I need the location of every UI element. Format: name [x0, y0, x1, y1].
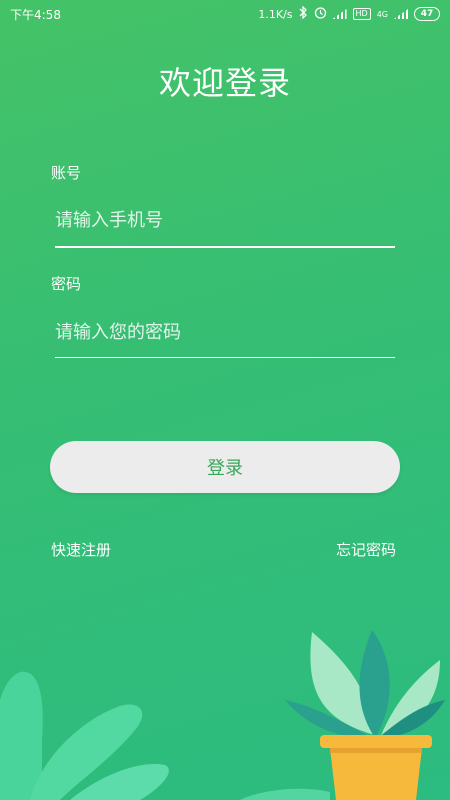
left-leaf-1 — [0, 671, 43, 800]
pot-body — [330, 748, 422, 800]
bottom-leaf — [240, 788, 330, 800]
pot-rim — [320, 735, 432, 748]
plant-illustration — [0, 630, 445, 800]
pot-shadow — [330, 748, 422, 753]
